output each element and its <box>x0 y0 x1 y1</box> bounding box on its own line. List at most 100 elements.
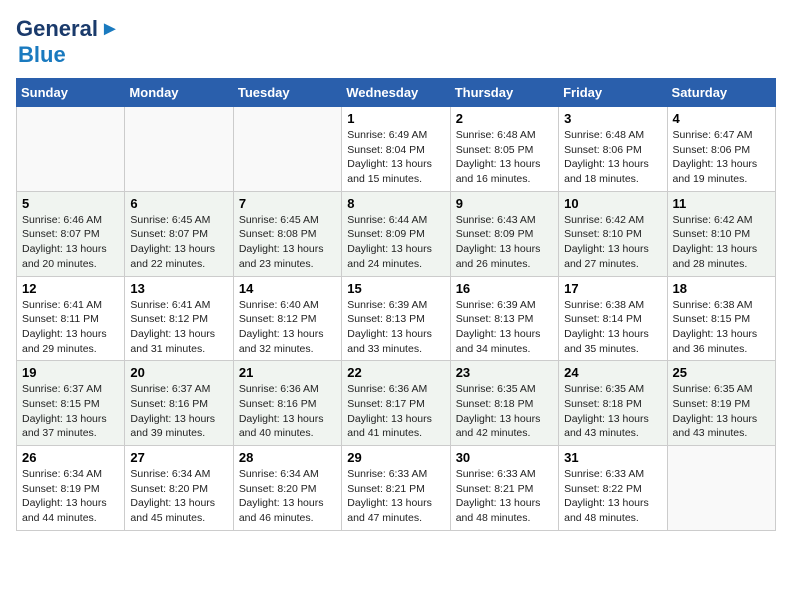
weekday-header-saturday: Saturday <box>667 79 775 107</box>
logo: General ► Blue <box>16 16 120 68</box>
day-number: 11 <box>673 196 770 211</box>
weekday-header-tuesday: Tuesday <box>233 79 341 107</box>
day-number: 27 <box>130 450 227 465</box>
day-number: 22 <box>347 365 444 380</box>
day-number: 20 <box>130 365 227 380</box>
day-info: Sunrise: 6:44 AM Sunset: 8:09 PM Dayligh… <box>347 213 444 272</box>
weekday-header-monday: Monday <box>125 79 233 107</box>
day-number: 5 <box>22 196 119 211</box>
day-info: Sunrise: 6:41 AM Sunset: 8:12 PM Dayligh… <box>130 298 227 357</box>
weekday-header-wednesday: Wednesday <box>342 79 450 107</box>
week-row-3: 12 Sunrise: 6:41 AM Sunset: 8:11 PM Dayli… <box>17 276 776 361</box>
weekday-header-thursday: Thursday <box>450 79 558 107</box>
day-number: 12 <box>22 281 119 296</box>
day-cell: 9 Sunrise: 6:43 AM Sunset: 8:09 PM Daylig… <box>450 191 558 276</box>
day-number: 31 <box>564 450 661 465</box>
day-cell: 4 Sunrise: 6:47 AM Sunset: 8:06 PM Daylig… <box>667 107 775 192</box>
day-info: Sunrise: 6:35 AM Sunset: 8:19 PM Dayligh… <box>673 382 770 441</box>
day-number: 14 <box>239 281 336 296</box>
day-info: Sunrise: 6:38 AM Sunset: 8:15 PM Dayligh… <box>673 298 770 357</box>
day-cell: 12 Sunrise: 6:41 AM Sunset: 8:11 PM Dayli… <box>17 276 125 361</box>
day-info: Sunrise: 6:39 AM Sunset: 8:13 PM Dayligh… <box>456 298 553 357</box>
day-cell: 26 Sunrise: 6:34 AM Sunset: 8:19 PM Dayli… <box>17 446 125 531</box>
day-cell: 27 Sunrise: 6:34 AM Sunset: 8:20 PM Dayli… <box>125 446 233 531</box>
day-cell: 23 Sunrise: 6:35 AM Sunset: 8:18 PM Dayli… <box>450 361 558 446</box>
day-cell: 14 Sunrise: 6:40 AM Sunset: 8:12 PM Dayli… <box>233 276 341 361</box>
day-number: 3 <box>564 111 661 126</box>
day-number: 4 <box>673 111 770 126</box>
day-cell: 7Sunrise: 6:45 AM Sunset: 8:08 PM Daylig… <box>233 191 341 276</box>
week-row-2: 5 Sunrise: 6:46 AM Sunset: 8:07 PM Daylig… <box>17 191 776 276</box>
day-number: 19 <box>22 365 119 380</box>
logo-arrow-icon: ► <box>100 18 120 41</box>
day-number: 25 <box>673 365 770 380</box>
day-info: Sunrise: 6:33 AM Sunset: 8:21 PM Dayligh… <box>347 467 444 526</box>
day-info: Sunrise: 6:47 AM Sunset: 8:06 PM Dayligh… <box>673 128 770 187</box>
day-number: 24 <box>564 365 661 380</box>
day-info: Sunrise: 6:48 AM Sunset: 8:05 PM Dayligh… <box>456 128 553 187</box>
day-cell: 28 Sunrise: 6:34 AM Sunset: 8:20 PM Dayli… <box>233 446 341 531</box>
day-info: Sunrise: 6:45 AM Sunset: 8:08 PM Dayligh… <box>239 213 336 272</box>
day-info: Sunrise: 6:49 AM Sunset: 8:04 PM Dayligh… <box>347 128 444 187</box>
logo-text-general: General <box>16 16 98 42</box>
day-cell: 11 Sunrise: 6:42 AM Sunset: 8:10 PM Dayli… <box>667 191 775 276</box>
day-cell <box>125 107 233 192</box>
day-info: Sunrise: 6:33 AM Sunset: 8:21 PM Dayligh… <box>456 467 553 526</box>
day-info: Sunrise: 6:36 AM Sunset: 8:16 PM Dayligh… <box>239 382 336 441</box>
day-number: 2 <box>456 111 553 126</box>
day-number: 30 <box>456 450 553 465</box>
day-number: 8 <box>347 196 444 211</box>
day-number: 10 <box>564 196 661 211</box>
page-header: General ► Blue <box>16 16 776 68</box>
weekday-header-friday: Friday <box>559 79 667 107</box>
day-cell: 3 Sunrise: 6:48 AM Sunset: 8:06 PM Daylig… <box>559 107 667 192</box>
day-cell: 25 Sunrise: 6:35 AM Sunset: 8:19 PM Dayli… <box>667 361 775 446</box>
weekday-header-row: SundayMondayTuesdayWednesdayThursdayFrid… <box>17 79 776 107</box>
day-number: 16 <box>456 281 553 296</box>
day-info: Sunrise: 6:35 AM Sunset: 8:18 PM Dayligh… <box>456 382 553 441</box>
day-cell: 5 Sunrise: 6:46 AM Sunset: 8:07 PM Daylig… <box>17 191 125 276</box>
day-cell: 8 Sunrise: 6:44 AM Sunset: 8:09 PM Daylig… <box>342 191 450 276</box>
day-info: Sunrise: 6:42 AM Sunset: 8:10 PM Dayligh… <box>564 213 661 272</box>
day-number: 15 <box>347 281 444 296</box>
day-info: Sunrise: 6:46 AM Sunset: 8:07 PM Dayligh… <box>22 213 119 272</box>
day-cell: 2 Sunrise: 6:48 AM Sunset: 8:05 PM Daylig… <box>450 107 558 192</box>
day-info: Sunrise: 6:34 AM Sunset: 8:20 PM Dayligh… <box>239 467 336 526</box>
day-cell: 19Sunrise: 6:37 AM Sunset: 8:15 PM Dayli… <box>17 361 125 446</box>
day-info: Sunrise: 6:41 AM Sunset: 8:11 PM Dayligh… <box>22 298 119 357</box>
day-number: 1 <box>347 111 444 126</box>
week-row-5: 26 Sunrise: 6:34 AM Sunset: 8:19 PM Dayli… <box>17 446 776 531</box>
day-cell: 1 Sunrise: 6:49 AM Sunset: 8:04 PM Daylig… <box>342 107 450 192</box>
day-info: Sunrise: 6:48 AM Sunset: 8:06 PM Dayligh… <box>564 128 661 187</box>
day-info: Sunrise: 6:34 AM Sunset: 8:19 PM Dayligh… <box>22 467 119 526</box>
day-cell: 18 Sunrise: 6:38 AM Sunset: 8:15 PM Dayli… <box>667 276 775 361</box>
day-number: 13 <box>130 281 227 296</box>
day-cell: 13 Sunrise: 6:41 AM Sunset: 8:12 PM Dayli… <box>125 276 233 361</box>
week-row-4: 19Sunrise: 6:37 AM Sunset: 8:15 PM Dayli… <box>17 361 776 446</box>
day-cell: 20 Sunrise: 6:37 AM Sunset: 8:16 PM Dayli… <box>125 361 233 446</box>
day-number: 23 <box>456 365 553 380</box>
day-cell: 10 Sunrise: 6:42 AM Sunset: 8:10 PM Dayli… <box>559 191 667 276</box>
day-info: Sunrise: 6:33 AM Sunset: 8:22 PM Dayligh… <box>564 467 661 526</box>
day-cell: 31 Sunrise: 6:33 AM Sunset: 8:22 PM Dayli… <box>559 446 667 531</box>
day-number: 17 <box>564 281 661 296</box>
day-cell: 29 Sunrise: 6:33 AM Sunset: 8:21 PM Dayli… <box>342 446 450 531</box>
day-number: 18 <box>673 281 770 296</box>
day-cell: 17Sunrise: 6:38 AM Sunset: 8:14 PM Dayli… <box>559 276 667 361</box>
day-number: 28 <box>239 450 336 465</box>
day-cell: 6Sunrise: 6:45 AM Sunset: 8:07 PM Daylig… <box>125 191 233 276</box>
day-info: Sunrise: 6:42 AM Sunset: 8:10 PM Dayligh… <box>673 213 770 272</box>
day-cell: 30 Sunrise: 6:33 AM Sunset: 8:21 PM Dayli… <box>450 446 558 531</box>
day-info: Sunrise: 6:40 AM Sunset: 8:12 PM Dayligh… <box>239 298 336 357</box>
day-number: 26 <box>22 450 119 465</box>
day-info: Sunrise: 6:36 AM Sunset: 8:17 PM Dayligh… <box>347 382 444 441</box>
day-number: 21 <box>239 365 336 380</box>
day-info: Sunrise: 6:34 AM Sunset: 8:20 PM Dayligh… <box>130 467 227 526</box>
day-info: Sunrise: 6:43 AM Sunset: 8:09 PM Dayligh… <box>456 213 553 272</box>
day-number: 9 <box>456 196 553 211</box>
day-info: Sunrise: 6:39 AM Sunset: 8:13 PM Dayligh… <box>347 298 444 357</box>
day-info: Sunrise: 6:37 AM Sunset: 8:16 PM Dayligh… <box>130 382 227 441</box>
day-cell <box>17 107 125 192</box>
day-number: 29 <box>347 450 444 465</box>
day-cell <box>667 446 775 531</box>
